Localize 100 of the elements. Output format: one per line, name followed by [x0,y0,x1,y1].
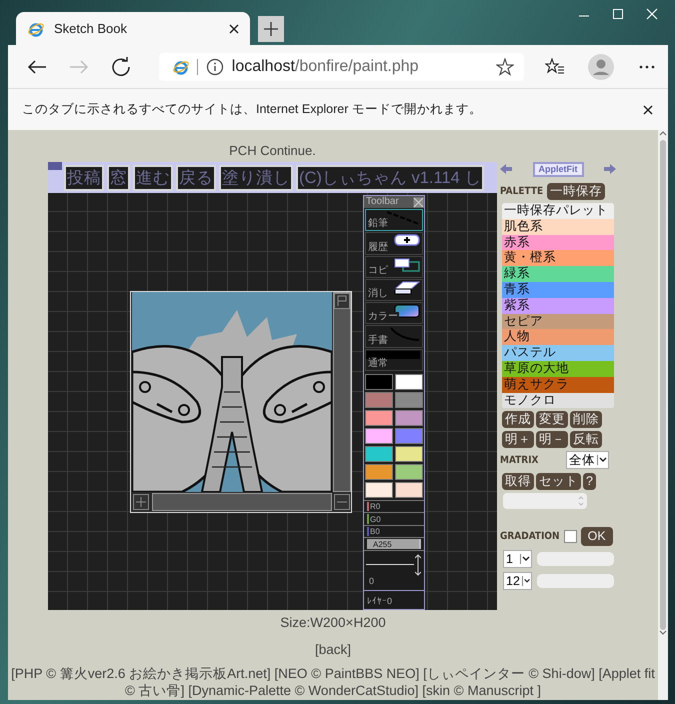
corner-mark [48,162,62,170]
back-link[interactable]: [back] [314,642,352,657]
tool-button[interactable]: 履歴 [365,232,423,254]
matrix-button[interactable]: セット [536,473,581,490]
zoom-in-icon[interactable] [133,494,149,510]
color-swatch[interactable] [395,446,423,462]
gradation-field[interactable] [537,552,614,566]
color-swatch[interactable] [395,482,423,498]
tool-button[interactable]: カラー [365,302,423,324]
palette-item[interactable]: 緑系 [502,266,614,282]
page-scrollbar[interactable] [658,130,668,700]
palette-button[interactable]: 変更 [536,411,568,428]
color-swatch[interactable] [365,374,393,390]
palette-item[interactable]: 萌えサクラ [502,376,614,393]
gradation-checkbox[interactable] [564,530,577,543]
flag-icon[interactable] [334,293,350,309]
palette-item[interactable]: 一時保存パレット [502,203,614,219]
color-slider[interactable]: G0 [364,512,424,525]
palette-button[interactable]: 明＋ [502,431,534,448]
palette-item[interactable]: 青系 [502,282,614,298]
spin-arrows-icon [578,495,584,508]
chevron-down-icon [522,576,531,586]
matrix-select[interactable]: 全体 [566,451,609,470]
save-palette-button[interactable]: 一時保存 [547,182,606,200]
color-swatch[interactable] [365,392,393,408]
ok-button[interactable]: OK [580,526,613,546]
copy-icon [394,258,420,272]
palette-label: PALETTE [500,186,544,196]
resize-arrow-icon [415,554,421,576]
address-field[interactable]: localhost/bonfire/paint.php [158,52,524,80]
close-icon[interactable] [228,22,240,34]
sketch-drawing[interactable] [132,292,332,492]
credits-text: [PHP © 篝火ver2.6 お絵かき掲示板Art.net] [NEO © PaintBBS NEO] [しぃペインター © Shi-dow] [Applet fit © 古い骨] [Dynamic-Palette © WonderCatStudio] [skin © Manuscript ] [10,665,656,699]
forward-arrow-icon [68,58,89,74]
layer-label[interactable]: ﾚｲﾔｰ0 [364,590,424,609]
size-line-icon [366,564,414,566]
curve-stroke-icon [390,327,420,342]
tool-button[interactable]: 消し [365,278,423,301]
horizontal-scrollbar[interactable] [152,493,332,511]
color-slider[interactable]: R0 [364,500,424,512]
maximize-icon[interactable] [612,8,624,20]
star-icon[interactable] [496,58,514,76]
tab-title: Sketch Book [54,21,128,36]
gradation-select[interactable]: 12 [503,572,532,590]
palette-button[interactable]: 反転 [570,431,602,448]
info-icon [206,58,224,76]
back-arrow-icon [26,58,47,74]
palette-item[interactable]: セピア [502,314,614,330]
palette-list[interactable]: 一時保存パレット 肌色系 赤系 黄・橙系 緑系 青系 紫系 セピア 人物 パステル 草原の大地 萌えサクラ モノクロ [502,203,614,408]
palette-button[interactable]: 明－ [536,431,568,448]
palette-item[interactable]: 紫系 [502,298,614,314]
close-icon[interactable] [642,104,654,116]
status-text: PCH Continue. [229,144,316,158]
color-swatch[interactable] [395,464,423,480]
info-message: このタブに示されるすべてのサイトは、Internet Explorer モードで開かれます。 [22,101,483,118]
brush-size-control[interactable]: 0 [364,550,424,590]
right-arrow-icon[interactable] [604,164,616,174]
browser-logo-icon [172,58,189,74]
palette-button[interactable]: 削除 [570,411,602,428]
palette-item[interactable]: パステル [502,345,614,361]
vertical-scrollbar[interactable] [333,292,351,492]
color-slider[interactable]: B0 [364,524,424,538]
palette-item[interactable]: 黄・橙系 [502,250,614,266]
matrix-button[interactable]: 取得 [502,473,534,490]
browser-tab[interactable]: Sketch Book [16,12,250,45]
color-swatch[interactable] [365,410,393,426]
scroll-up-icon[interactable] [659,130,667,136]
history-icon [394,234,420,246]
gradation-select[interactable]: 1 [503,550,532,568]
tool-button[interactable]: 鉛筆 [365,209,423,232]
matrix-button[interactable]: ? [583,473,596,490]
color-slider[interactable]: A255 [364,537,424,550]
left-arrow-icon[interactable] [500,164,512,174]
color-swatch[interactable] [365,464,393,480]
color-swatch[interactable] [395,392,423,408]
palette-item[interactable]: 赤系 [502,234,614,250]
plus-icon [264,22,278,36]
palette-item[interactable]: 草原の大地 [502,360,614,377]
color-swatch[interactable] [395,410,423,426]
browser-logo-icon [28,20,44,36]
palette-item[interactable]: 人物 [502,329,614,346]
new-tab-button[interactable] [258,16,284,42]
color-swatch[interactable] [365,428,393,444]
palette-button[interactable]: 作成 [502,411,534,428]
scroll-down-icon[interactable] [659,630,667,636]
tool-button[interactable]: 手書 [365,325,423,348]
color-swatch[interactable] [395,428,423,444]
color-swatch[interactable] [365,446,393,462]
palette-item[interactable]: 肌色系 [502,218,614,235]
canvas-size-text: Size:W200×H200 [280,615,386,630]
color-swatch[interactable] [395,374,423,390]
tool-button[interactable]: 通常 [365,348,423,371]
gradation-label: GRADATION [500,530,560,542]
gradation-field[interactable] [537,574,614,588]
zoom-out-icon[interactable] [334,494,350,510]
color-swatch[interactable] [365,482,393,498]
chevron-down-icon [597,455,608,466]
palette-item[interactable]: モノクロ [502,392,614,408]
tool-button[interactable]: コピ [365,256,423,278]
applet-fit-badge[interactable]: AppletFit [532,162,584,176]
